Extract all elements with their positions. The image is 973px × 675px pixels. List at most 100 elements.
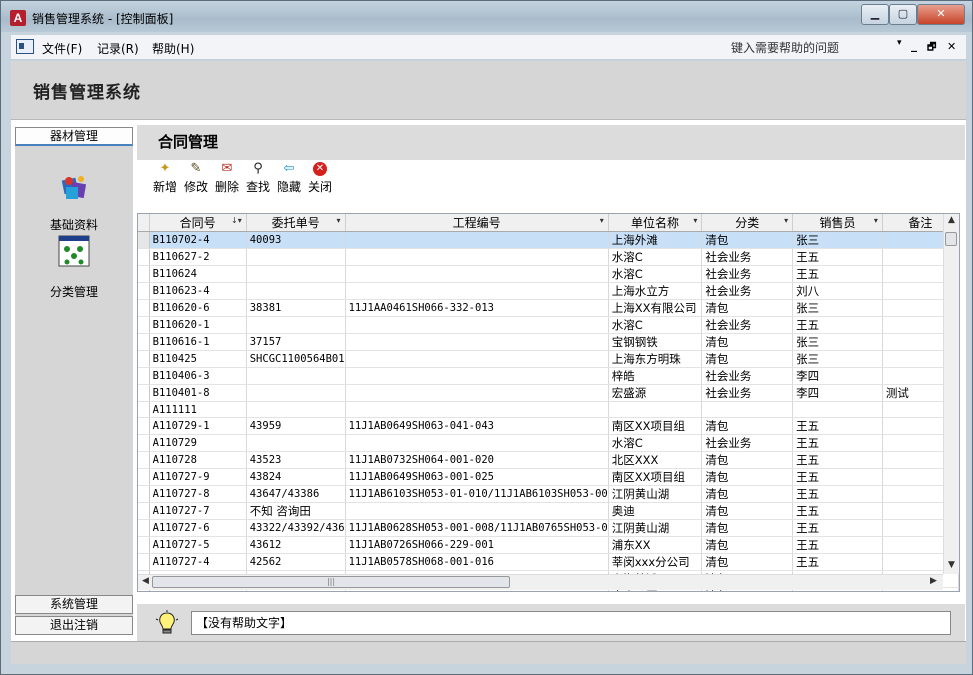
table-row[interactable]: A110728 43523 11J1AB0732SH064-001-020 北区XXX… xyxy=(138,451,959,469)
table-row[interactable]: A110729-1 43959 11J1AB0649SH063-041-043 南区X… xyxy=(138,417,959,435)
delete-button[interactable]: ✉ 删除 xyxy=(211,162,243,195)
table-cell[interactable] xyxy=(246,248,346,266)
table-row[interactable]: B110425 SHCGC1100564B01 上海东方明珠 清包 张三 xyxy=(138,350,959,368)
sort-dropdown-icon[interactable]: ▾ xyxy=(874,216,878,225)
table-cell[interactable] xyxy=(246,282,346,300)
table-cell[interactable]: 社会业务 xyxy=(701,434,794,452)
row-selector[interactable] xyxy=(138,282,150,300)
table-cell[interactable] xyxy=(701,401,794,418)
table-cell[interactable]: 清包 xyxy=(701,553,794,571)
table-cell[interactable]: 40093 xyxy=(246,231,346,249)
table-cell[interactable]: 水溶C xyxy=(608,248,703,266)
table-cell[interactable]: 43647/43386 xyxy=(246,485,346,503)
table-cell[interactable] xyxy=(345,316,609,334)
table-cell[interactable]: A110727-7 xyxy=(149,502,247,520)
vertical-scrollbar[interactable]: ▲ ▼ xyxy=(943,214,959,574)
table-cell[interactable]: 11J1AA0461SH066-332-013 xyxy=(345,299,609,317)
table-row[interactable]: B110620-6 38381 11J1AA0461SH066-332-013 上海X… xyxy=(138,299,959,317)
table-cell[interactable]: 上海外滩 xyxy=(608,231,703,249)
table-cell[interactable]: 王五 xyxy=(792,502,883,520)
table-cell[interactable]: 社会业务 xyxy=(701,367,794,385)
table-cell[interactable]: A110727-8 xyxy=(149,485,247,503)
scroll-left-arrow-icon[interactable]: ◀ xyxy=(138,576,153,586)
minimize-button[interactable]: ▁ xyxy=(861,4,889,25)
table-row[interactable]: B110623-4 上海水立方 社会业务 刘八 xyxy=(138,282,959,300)
table-cell[interactable]: 清包 xyxy=(701,350,794,368)
scroll-down-arrow-icon[interactable]: ▼ xyxy=(944,560,959,570)
table-cell[interactable] xyxy=(345,231,609,249)
table-cell[interactable]: 11J1AB0628SH053-001-008/11J1AB0765SH053-… xyxy=(345,519,609,537)
table-cell[interactable]: 11J1AB0649SH063-001-025 xyxy=(345,468,609,486)
table-row[interactable]: B110616-1 37157 宝钢钢铁 清包 张三 xyxy=(138,333,959,351)
table-cell[interactable]: 上海东方明珠 xyxy=(608,350,703,368)
table-cell[interactable]: A110728 xyxy=(149,451,247,469)
help-dropdown-arrow-icon[interactable]: ▾ xyxy=(897,38,902,48)
row-selector[interactable] xyxy=(138,519,150,537)
sort-dropdown-icon[interactable]: ▾ xyxy=(693,216,697,225)
table-cell[interactable]: 清包 xyxy=(701,231,794,249)
table-cell[interactable]: B110627-2 xyxy=(149,248,247,266)
column-header[interactable]: 销售员 ▾ xyxy=(792,214,883,232)
table-cell[interactable]: 张三 xyxy=(792,299,883,317)
table-cell[interactable]: A110727-5 xyxy=(149,536,247,554)
table-cell[interactable]: B110620-6 xyxy=(149,299,247,317)
row-selector[interactable] xyxy=(138,553,150,571)
table-cell[interactable]: 38381 xyxy=(246,299,346,317)
table-cell[interactable]: 43322/43392/436 xyxy=(246,519,346,537)
table-cell[interactable]: SHCGC1100564B01 xyxy=(246,350,346,368)
table-cell[interactable]: 王五 xyxy=(792,451,883,469)
table-cell[interactable]: B110406-3 xyxy=(149,367,247,385)
table-cell[interactable]: 43523 xyxy=(246,451,346,469)
basic-data-icon[interactable] xyxy=(57,171,91,205)
nav-tab-logout[interactable]: 退出注销 xyxy=(15,616,133,635)
edit-button[interactable]: ✎ 修改 xyxy=(180,162,212,195)
row-selector[interactable] xyxy=(138,299,150,317)
table-cell[interactable]: 37157 xyxy=(246,333,346,351)
sort-dropdown-icon[interactable]: ▾ xyxy=(600,216,604,225)
hide-button[interactable]: ⇦ 隐藏 xyxy=(273,162,305,195)
table-cell[interactable] xyxy=(246,384,346,402)
mdi-minimize-button[interactable]: _ xyxy=(911,38,917,52)
table-cell[interactable] xyxy=(345,502,609,520)
table-cell[interactable]: A110727-4 xyxy=(149,553,247,571)
row-selector[interactable] xyxy=(138,502,150,520)
table-cell[interactable] xyxy=(345,401,609,418)
table-cell[interactable]: 11J1AB6103SH053-01-010/11J1AB6103SH053-0… xyxy=(345,485,609,503)
sort-dropdown-icon[interactable]: ▾ xyxy=(337,216,341,225)
table-cell[interactable]: 王五 xyxy=(792,485,883,503)
table-cell[interactable]: A111111 xyxy=(149,401,247,418)
title-bar[interactable]: A 销售管理系统 - [控制面板] ▁ ▢ ✕ xyxy=(1,1,972,32)
nav-tab-system[interactable]: 系统管理 xyxy=(15,595,133,614)
menu-file[interactable]: 文件(F) xyxy=(42,40,82,57)
sort-dropdown-icon[interactable]: ↓▾ xyxy=(231,216,242,225)
mdi-restore-button[interactable]: 🗗 xyxy=(927,40,936,57)
contract-grid[interactable]: 合同号 ↓▾ 委托单号 ▾ 工程编号 ▾ 单位名称 ▾ 分类 ▾ 销售员 ▾ 备注 B110702-4 4… xyxy=(137,213,960,592)
table-cell[interactable]: B110624 xyxy=(149,265,247,283)
close-window-button[interactable]: ✕ xyxy=(917,4,965,25)
row-selector[interactable] xyxy=(138,485,150,503)
row-selector[interactable] xyxy=(138,265,150,283)
table-cell[interactable]: 水溶C xyxy=(608,265,703,283)
row-selector[interactable] xyxy=(138,401,150,418)
vertical-scroll-thumb[interactable] xyxy=(945,232,957,246)
table-cell[interactable] xyxy=(345,248,609,266)
row-selector[interactable] xyxy=(138,536,150,554)
table-cell[interactable]: 王五 xyxy=(792,468,883,486)
nav-item-category[interactable]: 分类管理 xyxy=(15,283,133,300)
table-cell[interactable]: 王五 xyxy=(792,248,883,266)
menu-records[interactable]: 记录(R) xyxy=(97,40,139,57)
table-cell[interactable]: 水溶C xyxy=(608,434,703,452)
sort-dropdown-icon[interactable]: ▾ xyxy=(784,216,788,225)
table-row[interactable]: B110620-1 水溶C 社会业务 王五 xyxy=(138,316,959,334)
scroll-up-arrow-icon[interactable]: ▲ xyxy=(944,215,959,225)
table-row[interactable]: A110729 水溶C 社会业务 王五 xyxy=(138,434,959,452)
row-selector[interactable] xyxy=(138,417,150,435)
table-cell[interactable]: 社会业务 xyxy=(701,316,794,334)
column-header[interactable]: 委托单号 ▾ xyxy=(246,214,346,232)
row-selector[interactable] xyxy=(138,434,150,452)
table-cell[interactable]: 李四 xyxy=(792,384,883,402)
table-cell[interactable]: 43612 xyxy=(246,536,346,554)
table-cell[interactable]: 王五 xyxy=(792,536,883,554)
row-selector[interactable] xyxy=(138,350,150,368)
table-cell[interactable]: A110729-1 xyxy=(149,417,247,435)
